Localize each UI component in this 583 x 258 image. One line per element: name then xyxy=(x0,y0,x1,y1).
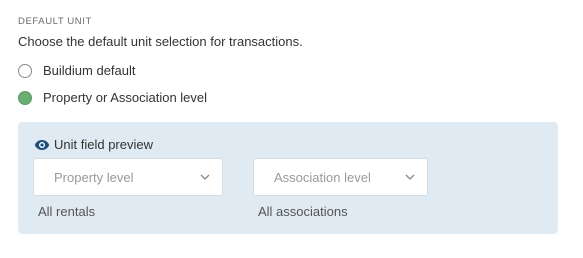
radio-label: Buildium default xyxy=(43,63,136,78)
select-placeholder: Association level xyxy=(274,169,371,185)
eye-icon xyxy=(34,139,50,151)
preview-title-text: Unit field preview xyxy=(54,137,153,152)
property-level-select[interactable]: Property level xyxy=(33,158,223,196)
select-caption: All rentals xyxy=(38,204,96,219)
radio-button-selected[interactable] xyxy=(18,90,32,105)
radio-label: Property or Association level xyxy=(43,90,208,105)
select-placeholder: Property level xyxy=(54,169,134,185)
radio-button[interactable] xyxy=(18,63,32,78)
chevron-down-icon xyxy=(200,174,210,180)
select-caption: All associations xyxy=(258,204,348,219)
chevron-down-icon xyxy=(405,174,415,180)
preview-title: Unit field preview xyxy=(34,137,153,152)
radio-option-buildium-default[interactable]: Buildium default xyxy=(18,63,136,78)
radio-option-property-association-level[interactable]: Property or Association level xyxy=(18,90,207,105)
section-label: DEFAULT UNIT xyxy=(18,16,92,27)
section-description: Choose the default unit selection for tr… xyxy=(18,34,303,49)
unit-field-preview-panel: Unit field preview Property level All re… xyxy=(18,122,558,234)
association-level-select[interactable]: Association level xyxy=(253,158,428,196)
